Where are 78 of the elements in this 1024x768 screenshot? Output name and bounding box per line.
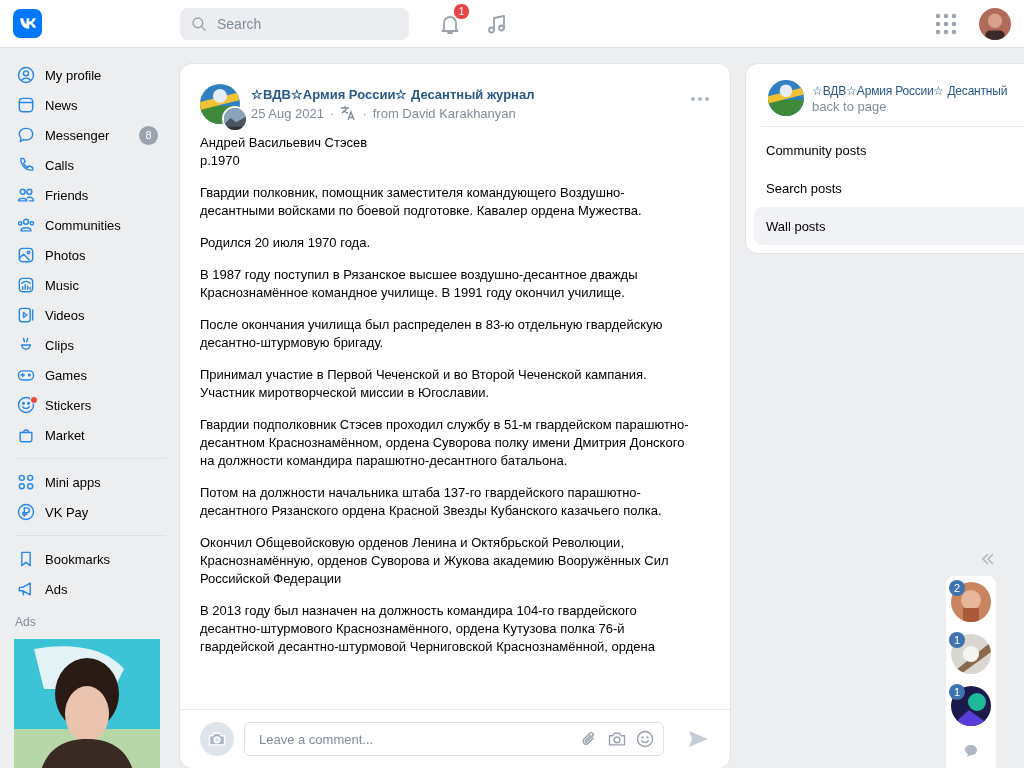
sidebar-item[interactable]: Calls bbox=[0, 150, 154, 180]
unread-count: 1 bbox=[949, 684, 965, 700]
post-text-line: Гвардии подполковник Стэсев проходил службу в 51-м гвардейском парашютно- bbox=[200, 416, 690, 434]
video-icon bbox=[16, 305, 36, 325]
post-text-line: на должности командира парашютно-десантного батальона. bbox=[200, 452, 569, 470]
post-text-line: Гвардии полковник, помощник заместителя командующего Воздушно- bbox=[200, 184, 626, 202]
post-text-line: Краснознамённое командное училище. В 1991 году окончил училище. bbox=[200, 284, 626, 302]
filter-item[interactable]: Wall posts bbox=[754, 207, 1024, 245]
search-icon bbox=[190, 14, 208, 33]
translate-icon[interactable] bbox=[340, 105, 357, 121]
post-text-line: Принимал участие в Первой Чеченской и во Второй Чеченской кампания. bbox=[200, 366, 648, 384]
search-field[interactable]: Search bbox=[180, 7, 409, 40]
sidebar-item[interactable]: Communities bbox=[0, 210, 154, 240]
user-avatar[interactable] bbox=[200, 722, 234, 756]
chat-bubble-icon bbox=[16, 125, 36, 145]
sidebar-item[interactable]: Ads bbox=[0, 574, 154, 604]
filter-item[interactable]: Search posts bbox=[754, 169, 1024, 207]
search-input[interactable]: Search bbox=[215, 14, 399, 33]
sidebar-item[interactable]: Clips bbox=[0, 330, 154, 360]
post-text-line: Окончил Общевойсковую орденов Ленина и Октябрьской Революции, bbox=[200, 534, 625, 552]
sidebar-item[interactable]: Market bbox=[0, 420, 154, 450]
post-text-line: Потом на должности начальника штаба 137-го гвардейского парашютно- bbox=[200, 484, 642, 502]
ads-label: Ads bbox=[14, 614, 37, 629]
post-text-line: Участник миротворческой миссии в Югославии. bbox=[200, 384, 491, 402]
unread-count: 8 bbox=[139, 125, 158, 145]
post-text-line: р.1970 bbox=[200, 152, 241, 170]
smiley-icon[interactable] bbox=[635, 729, 655, 749]
sidebar-item[interactable]: Photos bbox=[0, 240, 154, 270]
double-chevron-left-icon[interactable] bbox=[980, 551, 996, 567]
sidebar-item[interactable]: My profile bbox=[0, 60, 154, 90]
post-text-line: Краснознамённую, орденов Суворова и Жукова академию Вооружённых Сил bbox=[200, 552, 670, 570]
back-link[interactable]: back to page bbox=[812, 98, 1008, 114]
sidebar-item[interactable]: Music bbox=[0, 270, 154, 300]
friends-icon bbox=[16, 185, 36, 205]
photo-icon bbox=[16, 245, 36, 265]
music-icon bbox=[16, 275, 36, 295]
post-source: from David Karakhanyan bbox=[372, 105, 516, 121]
sidebar-item[interactable]: Bookmarks bbox=[0, 544, 154, 574]
post-date[interactable]: 25 Aug 2021 bbox=[251, 105, 325, 121]
post-text-line: десантном Краснознамённом, ордена Суворова полку имени Дмитрия Донского bbox=[200, 434, 686, 452]
camera-icon bbox=[207, 729, 227, 749]
post-text-line: В 1987 году поступил в Рязанское высшее воздушно-десантное дважды bbox=[200, 266, 639, 284]
unread-count: 1 bbox=[949, 632, 965, 648]
vk-logo-icon[interactable] bbox=[13, 9, 42, 38]
notification-badge: 1 bbox=[453, 2, 470, 20]
ruble-icon bbox=[16, 502, 36, 522]
chat-bubble-icon[interactable] bbox=[964, 744, 978, 758]
grid-icon bbox=[16, 472, 36, 492]
sidebar-item[interactable]: Games bbox=[0, 360, 154, 390]
separator-dot: · bbox=[362, 105, 367, 121]
separator-dot: · bbox=[330, 105, 335, 121]
sidebar-item[interactable]: Stickers bbox=[0, 390, 154, 420]
more-options-icon[interactable] bbox=[690, 95, 710, 103]
post-text-line: десантного Рязанского ордена Красной Звезды Кубанского казачьего полка. bbox=[200, 502, 663, 520]
camera-icon[interactable] bbox=[607, 729, 627, 749]
comment-field[interactable]: Leave a comment... bbox=[244, 722, 664, 756]
apps-grid-icon[interactable] bbox=[935, 12, 957, 35]
post-text-line: Андрей Васильевич Стэсев bbox=[200, 134, 369, 152]
post-text-line: Родился 20 июля 1970 года. bbox=[200, 234, 372, 252]
post-text-line: После окончания училища был распределен в 83-ю отдельную гвардейскую bbox=[200, 316, 664, 334]
smiley-icon bbox=[16, 395, 36, 415]
sidebar-item[interactable]: Friends bbox=[0, 180, 154, 210]
post-text-line: Российской Федерации bbox=[200, 570, 343, 588]
sidebar-item[interactable]: Videos bbox=[0, 300, 154, 330]
post-text-line: десантно-штурмовую бригаду. bbox=[200, 334, 385, 352]
post-text-line: десантно-штурмового Краснознамённого, ордена Кутузова полка 76-й bbox=[200, 620, 626, 638]
profile-icon bbox=[16, 65, 36, 85]
post-text-line: гвардейской десантно-штурмовой Черниговской Краснознамённой, ордена bbox=[200, 638, 656, 656]
sidebar-item[interactable]: VK Pay bbox=[0, 497, 154, 527]
post-text-line: десантными войсками по боевой подготовке. Кавалер ордена Мужества. bbox=[200, 202, 643, 220]
post-text-line: В 2013 году был назначен на должность командира 104-го гвардейского bbox=[200, 602, 638, 620]
unread-count: 2 bbox=[949, 580, 965, 596]
community-name[interactable]: ☆ВДВ☆Армия России☆ Десантный журнал bbox=[251, 87, 535, 102]
filter-item[interactable]: Community posts bbox=[754, 131, 1024, 169]
sidebar-item[interactable]: News bbox=[0, 90, 154, 120]
news-icon bbox=[16, 95, 36, 115]
sidebar-item[interactable]: Mini apps bbox=[0, 467, 154, 497]
community-name[interactable]: ☆ВДВ☆Армия России☆ Десантный bbox=[812, 83, 1008, 98]
